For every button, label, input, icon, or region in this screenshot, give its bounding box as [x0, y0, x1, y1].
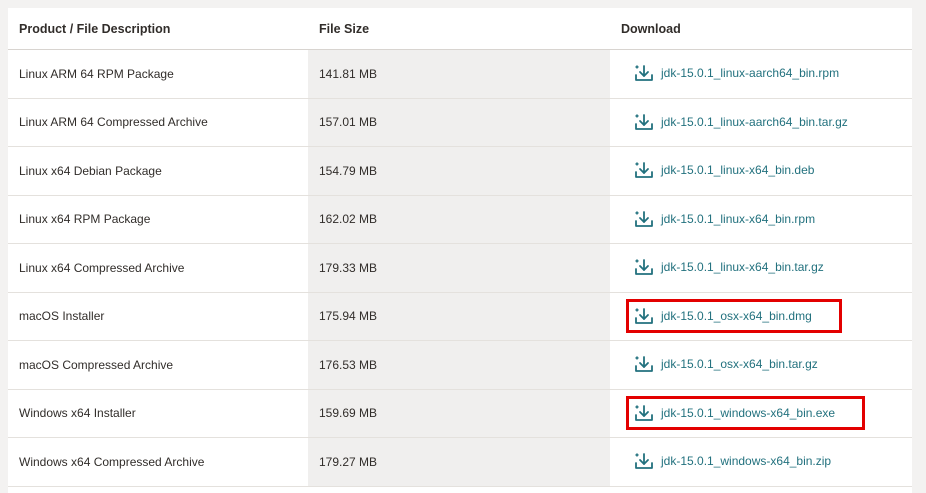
file-size: 154.79 MB: [308, 146, 610, 196]
download-icon: [634, 403, 654, 423]
table-row: Linux x64 RPM Package 162.02 MB jdk-15.0.1…: [8, 195, 912, 244]
download-icon: [634, 451, 654, 471]
file-size: 176.53 MB: [308, 340, 610, 390]
download-cell: jdk-15.0.1_linux-aarch64_bin.tar.gz: [610, 98, 912, 147]
table-row: Windows x64 Installer 159.69 MB jdk-15.0.1…: [8, 389, 912, 438]
download-icon: [634, 209, 654, 229]
download-icon: [634, 112, 654, 132]
download-icon: [634, 63, 654, 83]
download-icon: [634, 257, 654, 277]
download-link[interactable]: jdk-15.0.1_osx-x64_bin.dmg: [626, 298, 842, 333]
header-file-size: File Size: [308, 8, 610, 50]
table-row: macOS Compressed Archive 176.53 MB jdk-15.…: [8, 340, 912, 390]
file-size: 162.02 MB: [308, 195, 610, 244]
file-description: Linux ARM 64 Compressed Archive: [8, 98, 308, 147]
file-size: 179.27 MB: [308, 437, 610, 487]
download-cell: jdk-15.0.1_windows-x64_bin.zip: [610, 437, 912, 487]
file-size: 157.01 MB: [308, 98, 610, 147]
download-icon: [634, 160, 654, 180]
download-file-name: jdk-15.0.1_linux-aarch64_bin.tar.gz: [661, 114, 848, 129]
file-description: macOS Compressed Archive: [8, 340, 308, 390]
download-cell: jdk-15.0.1_osx-x64_bin.dmg: [610, 292, 912, 341]
table-row: Windows x64 Compressed Archive 179.27 MB j…: [8, 437, 912, 487]
download-link[interactable]: jdk-15.0.1_linux-aarch64_bin.rpm: [630, 61, 843, 85]
table-row: Linux ARM 64 Compressed Archive 157.01 MB…: [8, 98, 912, 147]
file-description: Linux ARM 64 RPM Package: [8, 49, 308, 99]
download-icon: [634, 306, 654, 326]
table-header: Product / File Description File Size Dow…: [8, 8, 912, 50]
file-size: 175.94 MB: [308, 292, 610, 341]
file-size: 141.81 MB: [308, 49, 610, 99]
download-file-name: jdk-15.0.1_windows-x64_bin.exe: [661, 405, 836, 420]
download-link[interactable]: jdk-15.0.1_windows-x64_bin.zip: [630, 449, 835, 473]
download-cell: jdk-15.0.1_windows-x64_bin.exe: [610, 389, 912, 438]
downloads-table-container: Product / File Description File Size Dow…: [8, 8, 912, 493]
download-link[interactable]: jdk-15.0.1_linux-x64_bin.rpm: [630, 207, 819, 231]
download-file-name: jdk-15.0.1_linux-x64_bin.rpm: [661, 211, 816, 226]
table-body: Linux ARM 64 RPM Package 141.81 MB jdk-15.…: [8, 49, 912, 487]
download-link[interactable]: jdk-15.0.1_linux-x64_bin.tar.gz: [630, 255, 828, 279]
file-size: 159.69 MB: [308, 389, 610, 438]
file-description: Linux x64 RPM Package: [8, 195, 308, 244]
table-row: Linux x64 Debian Package 154.79 MB jdk-15.…: [8, 146, 912, 196]
file-description: Windows x64 Installer: [8, 389, 308, 438]
table-row: macOS Installer 175.94 MB jdk-15.0.1_osx-x…: [8, 292, 912, 341]
table-row: Linux ARM 64 RPM Package 141.81 MB jdk-15.…: [8, 49, 912, 99]
download-cell: jdk-15.0.1_linux-x64_bin.deb: [610, 146, 912, 196]
header-download: Download: [610, 8, 912, 50]
download-link[interactable]: jdk-15.0.1_osx-x64_bin.tar.gz: [630, 352, 822, 376]
download-file-name: jdk-15.0.1_linux-x64_bin.deb: [661, 163, 815, 178]
file-description: macOS Installer: [8, 292, 308, 341]
file-description: Windows x64 Compressed Archive: [8, 437, 308, 487]
download-cell: jdk-15.0.1_linux-aarch64_bin.rpm: [610, 49, 912, 99]
download-icon: [634, 354, 654, 374]
download-cell: jdk-15.0.1_linux-x64_bin.rpm: [610, 195, 912, 244]
download-file-name: jdk-15.0.1_windows-x64_bin.zip: [661, 454, 832, 469]
download-file-name: jdk-15.0.1_osx-x64_bin.dmg: [661, 308, 812, 323]
file-description: Linux x64 Compressed Archive: [8, 243, 308, 293]
file-size: 179.33 MB: [308, 243, 610, 293]
download-link[interactable]: jdk-15.0.1_linux-aarch64_bin.tar.gz: [630, 110, 852, 134]
table-row: Linux x64 Compressed Archive 179.33 MB jdk…: [8, 243, 912, 293]
download-link[interactable]: jdk-15.0.1_windows-x64_bin.exe: [625, 395, 866, 430]
download-file-name: jdk-15.0.1_linux-x64_bin.tar.gz: [661, 260, 824, 275]
header-row: Product / File Description File Size Dow…: [8, 8, 912, 50]
download-cell: jdk-15.0.1_osx-x64_bin.tar.gz: [610, 340, 912, 390]
download-cell: jdk-15.0.1_linux-x64_bin.tar.gz: [610, 243, 912, 293]
downloads-table: Product / File Description File Size Dow…: [8, 8, 912, 487]
header-description: Product / File Description: [8, 8, 308, 50]
download-file-name: jdk-15.0.1_osx-x64_bin.tar.gz: [661, 357, 818, 372]
download-file-name: jdk-15.0.1_linux-aarch64_bin.rpm: [661, 66, 840, 81]
download-link[interactable]: jdk-15.0.1_linux-x64_bin.deb: [630, 158, 818, 182]
file-description: Linux x64 Debian Package: [8, 146, 308, 196]
